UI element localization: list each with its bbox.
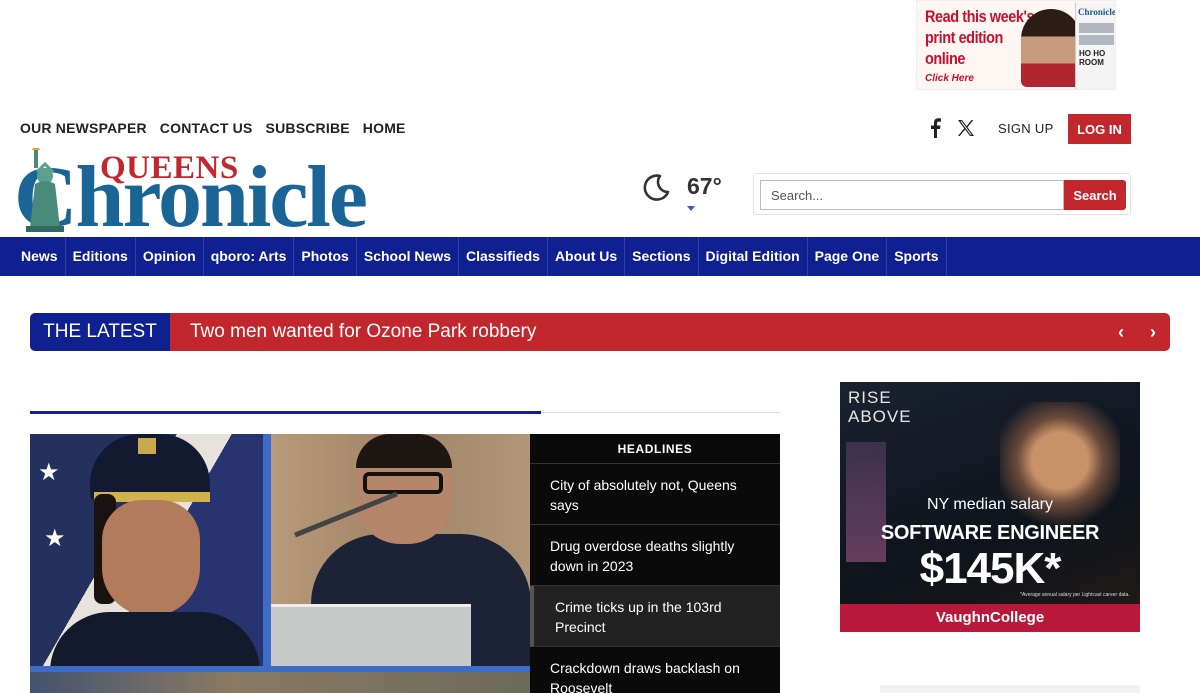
paper-masthead: Chronicle [1078, 7, 1116, 17]
ad-salary-label: NY median salary [927, 496, 1053, 513]
facebook-icon[interactable] [927, 118, 943, 138]
nav-classifieds[interactable]: Classifieds [459, 237, 548, 276]
ad-brand: VaughnCollege [840, 604, 1140, 632]
nav-news[interactable]: News [14, 237, 66, 276]
nav-opinion[interactable]: Opinion [136, 237, 204, 276]
nav-sports[interactable]: Sports [887, 237, 947, 276]
ad-line-1: Read this week's [925, 7, 1035, 26]
util-link-home[interactable]: HOME [363, 120, 406, 136]
main-nav: News Editions Opinion qboro: Arts Photos… [0, 237, 1200, 276]
newspaper-thumbnail: Chronicle HO HO ROOM [1075, 3, 1116, 89]
headline-item[interactable]: City of absolutely not, Queens says [530, 464, 780, 525]
ad-line-3: online [925, 49, 966, 68]
nav-school-news[interactable]: School News [357, 237, 459, 276]
officer-face [102, 500, 200, 616]
officer-photo: ★ ★ [30, 434, 263, 672]
nav-qboro-arts[interactable]: qboro: Arts [204, 237, 295, 276]
speaker-hair [356, 434, 452, 468]
print-edition-ad[interactable]: Read this week's print edition online Cl… [916, 0, 1116, 90]
nav-digital-edition[interactable]: Digital Edition [699, 237, 808, 276]
chevron-right-icon[interactable]: › [1143, 322, 1163, 342]
vaughn-college-ad[interactable]: RISE ABOVE NY median salary SOFTWARE ENG… [840, 382, 1140, 632]
star-icon: ★ [44, 525, 66, 552]
speaker-photo [271, 434, 530, 674]
sign-up-link[interactable]: SIGN UP [998, 121, 1054, 136]
ad-role: SOFTWARE ENGINEER [880, 522, 1100, 544]
search-input[interactable] [760, 180, 1064, 210]
headlines-title: HEADLINES [530, 434, 780, 464]
search-form: Search [753, 173, 1131, 215]
headline-item[interactable]: Crackdown draws backlash on Roosevelt [530, 647, 780, 693]
ad-line-2: print edition [925, 28, 1003, 47]
ad-fine-print: *Average annual salary per Lightcast car… [1020, 592, 1130, 598]
ad-photo [1021, 9, 1081, 87]
nav-page-one[interactable]: Page One [808, 237, 888, 276]
log-in-button[interactable]: LOG IN [1068, 114, 1131, 144]
speaker-glasses [363, 472, 443, 494]
cap-badge [138, 438, 156, 454]
sidebar-widget [880, 685, 1140, 693]
utility-nav: OUR NEWSPAPER CONTACT US SUBSCRIBE HOME [20, 120, 406, 136]
lower-photo [30, 672, 530, 693]
latest-headline[interactable]: Two men wanted for Ozone Park robbery [190, 313, 536, 351]
photo-divider [263, 434, 271, 666]
headlines-panel: HEADLINES City of absolutely not, Queens… [530, 434, 780, 693]
officer-uniform [50, 612, 260, 672]
ad-cta[interactable]: Click Here [925, 73, 974, 84]
latest-tag: THE LATEST [30, 313, 170, 351]
ad-salary: $145K* [919, 544, 1062, 593]
ad-tagline-rise: RISE [848, 388, 892, 407]
featured-story-image[interactable]: ★ ★ [30, 434, 530, 693]
chevron-down-icon[interactable] [687, 206, 695, 211]
latest-ticker: THE LATEST Two men wanted for Ozone Park… [30, 313, 1170, 351]
paper-photo-block [1079, 23, 1114, 33]
search-button[interactable]: Search [1064, 180, 1126, 210]
util-link-contact-us[interactable]: CONTACT US [160, 120, 253, 136]
ad-tagline: RISE ABOVE [848, 388, 912, 426]
nav-photos[interactable]: Photos [294, 237, 357, 276]
ad-tagline-above: ABOVE [848, 407, 912, 426]
nav-sections[interactable]: Sections [625, 237, 699, 276]
site-logo[interactable]: Chronicle QUEENS [14, 146, 368, 242]
paper-headline: HO HO ROOM [1079, 49, 1106, 67]
chevron-left-icon[interactable]: ‹ [1111, 322, 1131, 342]
statue-of-liberty-icon [26, 148, 64, 232]
temperature: 67° [687, 173, 722, 199]
nav-about-us[interactable]: About Us [548, 237, 626, 276]
podium [271, 604, 471, 666]
logo-queens-text: QUEENS [100, 150, 239, 186]
headline-item[interactable]: Drug overdose deaths slightly down in 20… [530, 525, 780, 586]
section-divider-accent [30, 411, 541, 414]
nav-editions[interactable]: Editions [66, 237, 136, 276]
headline-item-active[interactable]: Crime ticks up in the 103rd Precinct [530, 586, 780, 647]
paper-photo-block [1079, 35, 1114, 45]
util-link-our-newspaper[interactable]: OUR NEWSPAPER [20, 120, 147, 136]
star-icon: ★ [38, 459, 60, 486]
x-twitter-icon[interactable] [957, 119, 975, 137]
util-link-subscribe[interactable]: SUBSCRIBE [266, 120, 350, 136]
moon-icon [643, 174, 670, 201]
